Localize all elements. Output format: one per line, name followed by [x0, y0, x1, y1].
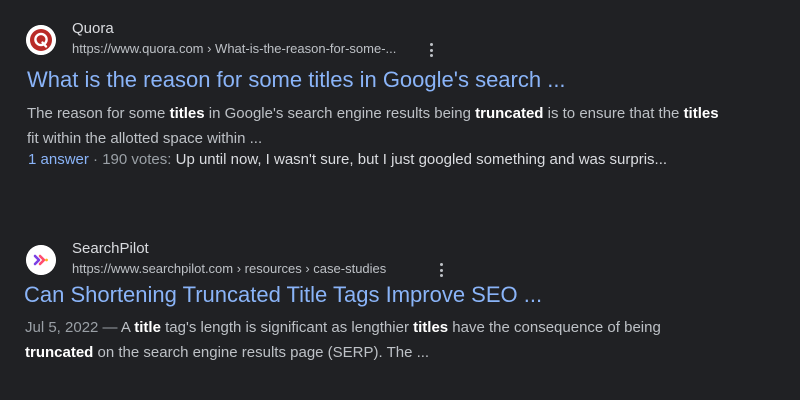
snippet-keyword: title [134, 319, 161, 336]
result-date: Jul 5, 2022 — [25, 319, 121, 336]
answers-count-link[interactable]: 1 answer [28, 151, 89, 168]
quora-icon [26, 25, 56, 55]
meta-separator: · [88, 151, 103, 168]
snippet-keyword: truncated [25, 344, 94, 361]
site-url: https://www.searchpilot.com › resources … [72, 261, 387, 276]
snippet-text: is to ensure that the [543, 105, 684, 122]
site-name: Quora [72, 20, 114, 37]
more-options-icon[interactable] [424, 41, 438, 59]
snippet-keyword: titles [683, 105, 719, 122]
result-source[interactable]: Quora https://www.quora.com › What-is-th… [26, 20, 786, 60]
snippet-text: The reason for some [27, 105, 170, 122]
snippet-text: have the consequence of being [448, 319, 661, 336]
answer-meta-row: 1 answer · 190 votes: Up until now, I wa… [28, 151, 667, 168]
votes-count: 190 votes: [102, 151, 176, 168]
result-source[interactable]: SearchPilot https://www.searchpilot.com … [26, 240, 786, 280]
site-url: https://www.quora.com › What-is-the-reas… [72, 41, 397, 56]
snippet-keyword: titles [413, 319, 449, 336]
answer-snippet: Up until now, I wasn't sure, but I just … [175, 151, 668, 168]
snippet-text: A [120, 319, 135, 336]
snippet-text: on the search engine results page (SERP)… [93, 344, 430, 361]
site-name: SearchPilot [72, 240, 149, 257]
more-options-icon[interactable] [434, 261, 448, 279]
snippet-text: tag's length is significant as lengthier [160, 319, 414, 336]
searchpilot-icon [26, 245, 56, 275]
snippet-text: fit within the allotted space within ... [27, 130, 263, 147]
result-title-link[interactable]: What is the reason for some titles in Go… [27, 67, 566, 93]
snippet-keyword: titles [169, 105, 205, 122]
search-results-page: Quora https://www.quora.com › What-is-th… [0, 0, 800, 400]
result-title-link[interactable]: Can Shortening Truncated Title Tags Impr… [24, 282, 542, 308]
snippet-keyword: truncated [475, 105, 544, 122]
result-snippet: Jul 5, 2022 — A title tag's length is si… [25, 315, 725, 365]
snippet-text: in Google's search engine results being [204, 105, 476, 122]
result-snippet: The reason for some titles in Google's s… [27, 101, 727, 151]
